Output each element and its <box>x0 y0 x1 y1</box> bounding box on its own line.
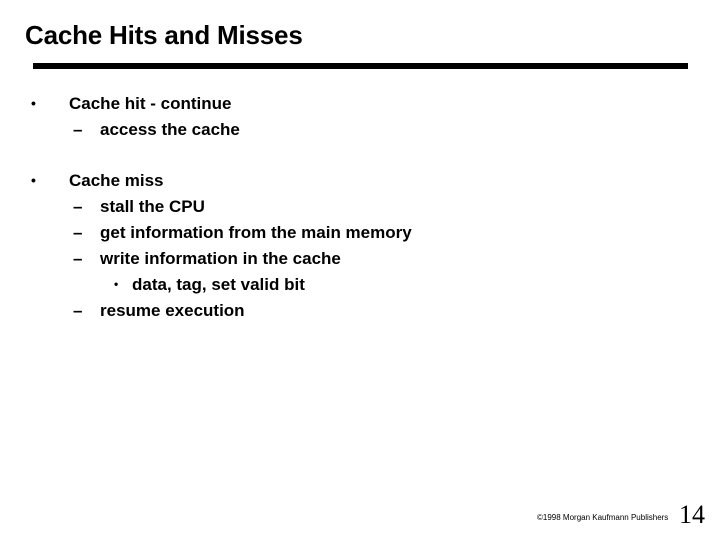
sub-bullet-access-cache: access the cache <box>100 120 240 139</box>
sub-sub-bullet-marker: • <box>114 277 119 291</box>
bullet-cache-miss: Cache miss <box>69 171 164 190</box>
bullet-marker: • <box>31 172 36 188</box>
sub-bullet-resume: resume execution <box>100 301 245 320</box>
dash-marker: – <box>73 249 83 268</box>
slide-title: Cache Hits and Misses <box>25 20 303 50</box>
sub-bullet-stall-cpu: stall the CPU <box>100 197 205 216</box>
dash-marker: – <box>73 120 83 139</box>
page-number: 14 <box>679 500 705 529</box>
sub-bullet-write-info: write information in the cache <box>100 249 341 268</box>
title-divider <box>33 63 688 69</box>
dash-marker: – <box>73 301 83 320</box>
bullet-cache-hit: Cache hit - continue <box>69 94 232 113</box>
sub-sub-bullet-data-tag: data, tag, set valid bit <box>132 275 305 294</box>
sub-bullet-get-info: get information from the main memory <box>100 223 412 242</box>
dash-marker: – <box>73 197 83 216</box>
bullet-marker: • <box>31 95 36 111</box>
copyright-footer: ©1998 Morgan Kaufmann Publishers <box>537 513 669 522</box>
dash-marker: – <box>73 223 83 242</box>
